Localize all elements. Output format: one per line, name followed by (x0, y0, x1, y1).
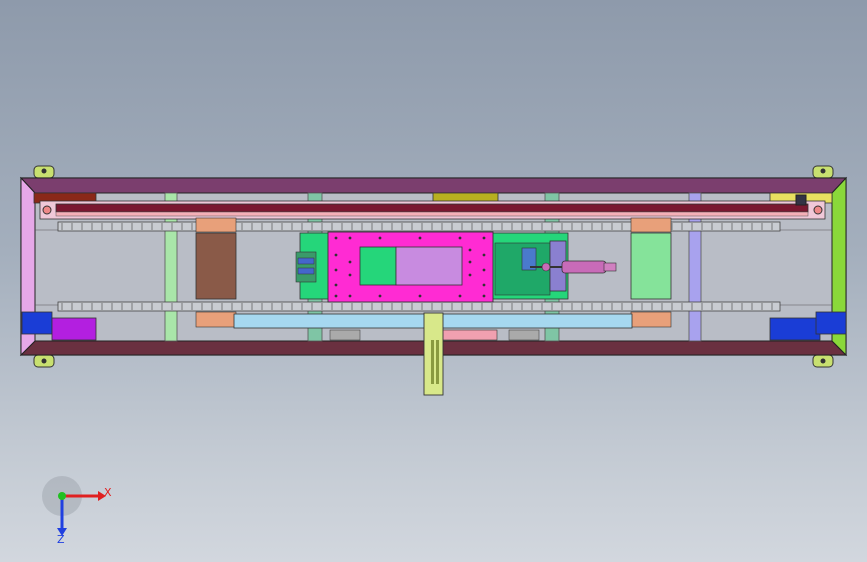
z-axis-label: Z (57, 533, 65, 546)
y-axis-dot (58, 492, 66, 500)
assembly-model[interactable] (0, 0, 867, 562)
corner-block-blue-left (21, 311, 53, 335)
rail-end-cap-right (795, 194, 807, 206)
pneumatic-cylinder[interactable] (561, 260, 607, 274)
coordinate-triad: X Z (42, 476, 112, 546)
carriage-window-violet (395, 246, 463, 286)
corner-block-purple-left[interactable] (51, 317, 97, 341)
cad-viewport[interactable]: X Z (0, 0, 867, 562)
upper-rail-dark[interactable] (55, 203, 809, 213)
x-axis-label: X (104, 486, 112, 499)
corner-block-blue-right (769, 317, 821, 341)
frame-top-beam[interactable] (19, 177, 848, 194)
rail-end-bolt-right (813, 205, 823, 215)
side-panel-brown[interactable] (195, 232, 237, 300)
rail-end-bolt-left (42, 205, 52, 215)
carriage-window-green (359, 246, 397, 286)
side-panel-lightgreen[interactable] (630, 232, 672, 300)
